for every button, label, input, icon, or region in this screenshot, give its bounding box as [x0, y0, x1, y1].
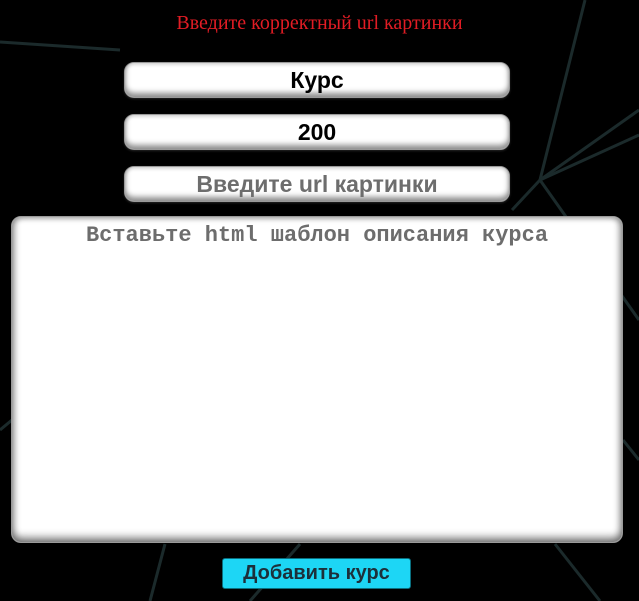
- image-url-input[interactable]: Введите url картинки: [124, 166, 510, 202]
- error-message: Введите корректный url картинки: [176, 12, 463, 34]
- course-name-input[interactable]: Курс: [124, 62, 510, 98]
- page-background: Введите корректный url картинки Курс 200…: [0, 0, 639, 601]
- html-template-textarea[interactable]: Вставьте html шаблон описания курса: [11, 216, 623, 543]
- add-course-button[interactable]: Добавить курс: [222, 558, 411, 589]
- course-price-input[interactable]: 200: [124, 114, 510, 150]
